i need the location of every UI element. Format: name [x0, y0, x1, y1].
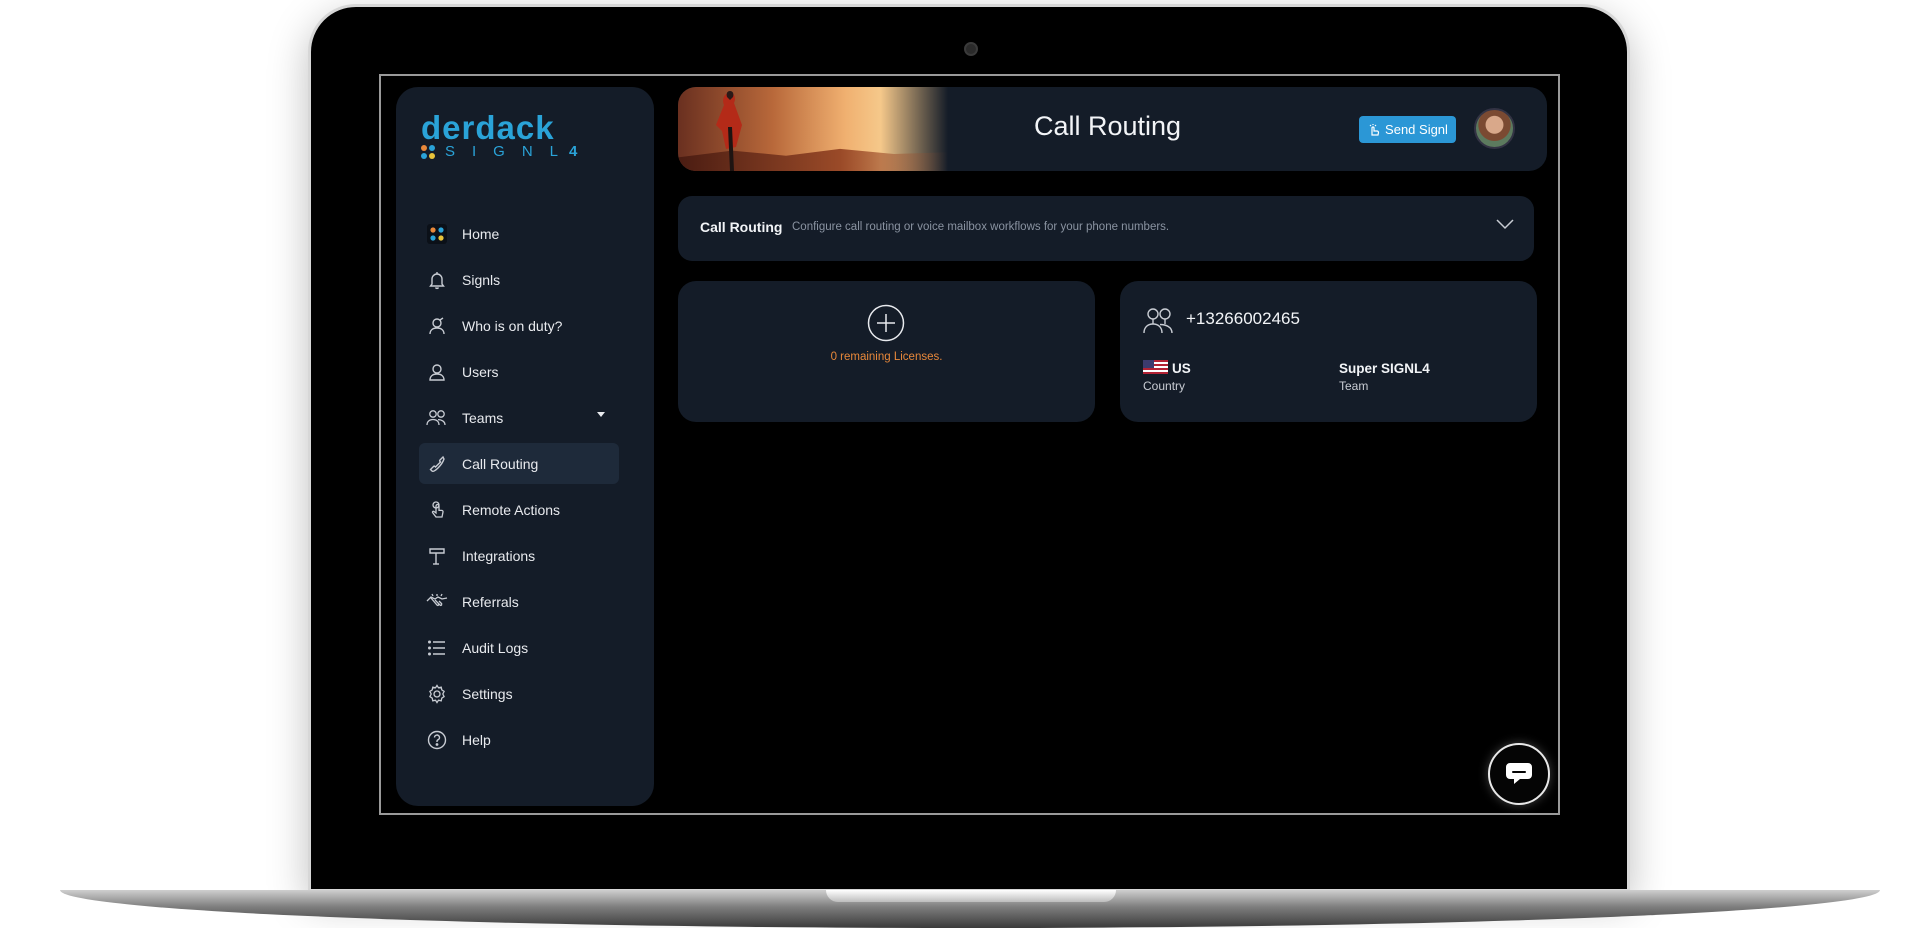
- page-title: Call Routing: [1034, 111, 1182, 141]
- sidebar-item-users[interactable]: Users: [419, 351, 619, 392]
- sidebar-item-teams[interactable]: Teams: [419, 397, 619, 438]
- sidebar-item-home[interactable]: Home: [419, 213, 619, 254]
- brand-dots-icon: [421, 144, 435, 159]
- sidebar-item-label: Users: [462, 363, 499, 380]
- sidebar-item-label: Referrals: [462, 593, 519, 610]
- sidebar-item-label: Settings: [462, 685, 513, 702]
- call-routing-accordion[interactable]: Call Routing Configure call routing or v…: [678, 196, 1534, 261]
- sidebar-item-label: Remote Actions: [462, 501, 561, 518]
- brand-subtitle-number: 4: [569, 143, 578, 160]
- sidebar-item-help[interactable]: Help: [419, 719, 619, 760]
- laptop-camera: [964, 42, 978, 56]
- hero-figure-icon: [716, 91, 742, 171]
- laptop-notch: [826, 890, 1116, 902]
- sidebar-item-label: Who is on duty?: [462, 317, 563, 334]
- sidebar-item-label: Call Routing: [462, 455, 539, 472]
- sidebar-item-label: Audit Logs: [462, 639, 529, 656]
- phone-number: +13266002465: [1186, 309, 1300, 328]
- sidebar-item-settings[interactable]: Settings: [419, 673, 619, 714]
- sidebar-item-call-routing[interactable]: Call Routing: [419, 443, 619, 484]
- hand-touch-icon: [426, 499, 448, 521]
- country-label: Country: [1143, 379, 1186, 393]
- chevron-down-icon[interactable]: [597, 412, 605, 417]
- country-value: US: [1172, 361, 1191, 376]
- chevron-down-icon[interactable]: [1496, 218, 1514, 230]
- handshake-icon: [426, 591, 448, 613]
- send-signl-button[interactable]: Send Signl: [1359, 116, 1456, 143]
- sidebar-item-audit-logs[interactable]: Audit Logs: [419, 627, 619, 668]
- sidebar-item-label: Teams: [462, 409, 504, 426]
- team-value: Super SIGNL4: [1339, 361, 1430, 376]
- accordion-title: Call Routing: [700, 219, 783, 235]
- sidebar-item-label: Integrations: [462, 547, 536, 564]
- sidebar-item-label: Help: [462, 731, 491, 748]
- brand-logo[interactable]: derdack SIGNL 4: [421, 109, 578, 160]
- gear-icon: [426, 683, 448, 705]
- brand-wordmark: derdack: [421, 109, 555, 146]
- home-grid-icon: [426, 223, 448, 245]
- team-icon: [426, 407, 448, 429]
- list-icon: [426, 637, 448, 659]
- sidebar-item-remote-actions[interactable]: Remote Actions: [419, 489, 619, 530]
- team-icon: [1143, 308, 1173, 334]
- sidebar-nav: Home Signls Who is on duty? Users Teams …: [419, 213, 619, 765]
- sidebar: derdack SIGNL 4 Home Signls Who is on du…: [396, 87, 654, 806]
- user-avatar[interactable]: [1474, 108, 1515, 149]
- sidebar-item-who-is-on-duty[interactable]: Who is on duty?: [419, 305, 619, 346]
- chat-support-button[interactable]: [1488, 743, 1550, 805]
- user-icon: [426, 361, 448, 383]
- add-phone-number-card[interactable]: 0 remaining Licenses.: [678, 281, 1095, 422]
- team-label: Team: [1339, 379, 1369, 393]
- app-screen: derdack SIGNL 4 Home Signls Who is on du…: [379, 74, 1560, 815]
- page-header: Call Routing Send Signl: [678, 87, 1547, 171]
- us-flag-icon: [1143, 360, 1168, 374]
- sidebar-item-integrations[interactable]: Integrations: [419, 535, 619, 576]
- add-plus-icon[interactable]: [867, 304, 905, 342]
- phone-number-card[interactable]: +13266002465 US Country Super SIGNL4 Tea…: [1120, 281, 1537, 422]
- sidebar-item-label: Home: [462, 225, 500, 242]
- sidebar-item-label: Signls: [462, 271, 501, 288]
- signpost-icon: [426, 545, 448, 567]
- phone-icon: [426, 453, 448, 475]
- header-banner-image: [678, 87, 948, 171]
- bell-icon: [426, 269, 448, 291]
- remaining-licenses-text: 0 remaining Licenses.: [830, 351, 943, 363]
- accordion-description: Configure call routing or voice mailbox …: [792, 221, 1170, 233]
- sidebar-item-referrals[interactable]: Referrals: [419, 581, 619, 622]
- help-circle-icon: [426, 729, 448, 751]
- send-signl-label: Send Signl: [1385, 122, 1448, 137]
- sidebar-item-signls[interactable]: Signls: [419, 259, 619, 300]
- duty-user-icon: [426, 315, 448, 337]
- brand-subtitle: SIGNL: [445, 143, 576, 160]
- chat-bubble-icon: [1506, 763, 1532, 784]
- send-hand-icon: [1369, 123, 1380, 136]
